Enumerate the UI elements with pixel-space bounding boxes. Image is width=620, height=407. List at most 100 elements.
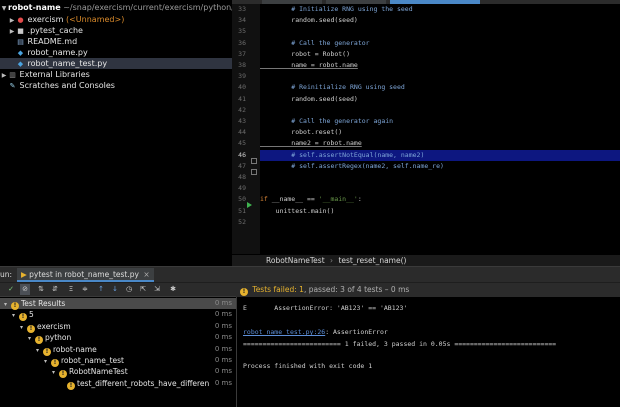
tree-item-readme[interactable]: ▤ README.md [0,36,232,47]
run-gutter-icon[interactable] [247,202,252,208]
code-text: # self.assertNotEqual(name, name2) [260,150,425,159]
test-tree-node[interactable]: ▾! robot_name_test 0 ms [0,355,236,367]
line-number: 45 [238,139,246,148]
fold-marker-icon[interactable] [251,158,257,164]
code-line[interactable]: random.seed(seed) [260,94,620,105]
sort-alpha-icon[interactable]: ⇅ [36,284,46,295]
test-node-duration: 0 ms [214,378,232,387]
chevron-down-icon[interactable]: ▾ [44,356,51,367]
root-name: robot-name [8,3,61,12]
test-node-label: python [45,333,72,343]
code-line[interactable] [260,183,620,194]
tree-item-external-libraries[interactable]: ▶ ▥ External Libraries [0,69,232,80]
tree-item-root[interactable]: ▼ robot-name ~/snap/exercism/current/exer… [0,2,232,13]
test-tree-node[interactable]: ▾! python 0 ms [0,332,236,345]
tree-item-robot-name-py[interactable]: ◆ robot_name.py [0,47,232,58]
console-line: E AssertionError: 'AB123' == 'AB123' [243,304,408,312]
code-line[interactable]: robot.reset() [260,127,620,138]
arrow-up-icon[interactable]: ↑ [96,284,106,295]
code-editor[interactable]: RobotNameTest › test_reset_name() 33 # I… [232,0,620,266]
code-line[interactable]: # Reinitialize RNG using seed [260,82,620,93]
tree-item-exercism[interactable]: ▶ ● exercism (<Unnamed>) [0,14,232,25]
line-number: 50 [238,195,246,204]
close-icon[interactable]: × [143,270,149,279]
code-keyword: if [260,195,268,204]
test-tree-node[interactable]: ▾! robot-name 0 ms [0,344,236,356]
chevron-down-icon[interactable]: ▾ [4,299,11,310]
tree-item-scratches[interactable]: ✎ Scratches and Consoles [0,80,232,91]
line-number: 49 [238,184,246,193]
code-line[interactable] [260,26,620,37]
line-number: 36 [238,38,246,47]
line-number: 51 [238,206,246,215]
code-line[interactable]: # self.assertNotEqual(name, name2) [260,149,620,161]
tests-failed-label: Tests failed: [252,285,297,294]
tree-item-label: .pytest_cache [27,26,83,35]
code-line[interactable] [260,105,620,116]
code-line[interactable]: # Call the generator [260,38,620,49]
code-line[interactable] [260,71,620,82]
test-tree-node[interactable]: ▾! RobotNameTest 0 ms [0,366,236,379]
chevron-down-icon[interactable]: ▾ [28,333,35,344]
chevron-down-icon[interactable]: ▾ [52,367,59,378]
tree-item-label: exercism [27,15,64,24]
clock-icon[interactable]: ◷ [124,284,134,295]
run-console[interactable]: E AssertionError: 'AB123' == 'AB123' rob… [236,297,620,407]
fold-marker-icon[interactable] [251,169,257,175]
code-line[interactable]: name = robot.name [260,60,620,71]
test-tree-node[interactable]: ! test_different_robots_have_differen 0 ms [0,378,236,390]
line-number: 40 [238,83,246,92]
chevron-down-icon[interactable]: ▾ [20,322,27,333]
code-line[interactable]: unittest.main() [260,206,620,217]
run-tab[interactable]: ▶ pytest in robot_name_test.py × [17,268,154,282]
line-number: 46 [238,150,246,159]
code-text: # Call the generator [260,38,370,47]
code-text: # self.assertRegex(name2, self.name_re) [260,161,444,170]
line-number: 41 [238,94,246,103]
chevron-down-icon[interactable]: ▼ [0,3,8,14]
tree-item-robot-name-test-py[interactable]: ◆ robot_name_test.py [0,58,232,69]
test-node-label: 5 [29,310,34,320]
code-line[interactable]: if __name__ == '__main__': [260,194,620,205]
stop-icon[interactable]: ⊘ [20,284,30,295]
code-line[interactable]: robot = Robot() [260,49,620,60]
tree-item-label: README.md [27,37,78,46]
test-results-tree[interactable]: ▾! Test Results 0 ms ▾! 5 0 ms ▾! exercism 0 ms ▾… [0,297,236,407]
export-icon[interactable]: ⇱ [138,284,148,295]
expand-all-icon[interactable]: Ξ [66,284,76,295]
test-tree-node[interactable]: ▾! 5 0 ms [0,309,236,322]
code-line[interactable] [260,172,620,183]
test-tree-node[interactable]: ▾! Test Results 0 ms [0,298,236,310]
console-link-suffix: : AssertionError [325,328,388,336]
chevron-down-icon[interactable]: ▾ [12,310,19,321]
code-line[interactable]: name2 = robot.name [260,138,620,149]
breadcrumb-separator: › [330,256,334,265]
collapse-all-icon[interactable]: ≑ [80,284,90,295]
tree-item-label: Scratches and Consoles [19,81,115,90]
breadcrumb-class[interactable]: RobotNameTest [266,256,325,265]
arrow-down-icon[interactable]: ↓ [110,284,120,295]
code-line[interactable] [260,217,620,228]
sort-duration-icon[interactable]: ⇵ [50,284,60,295]
code-line[interactable]: # self.assertRegex(name2, self.name_re) [260,161,620,172]
tree-item-pytest-cache[interactable]: ▶ ■ .pytest_cache [0,25,232,36]
code-line[interactable]: # Initialize RNG using the seed [260,4,620,15]
test-status-bar: ! Tests failed: 1, passed: 3 of 4 tests … [236,283,620,297]
line-number: 38 [238,61,246,69]
code-line[interactable]: # Call the generator again [260,116,620,127]
settings-icon[interactable]: ✱ [168,284,178,295]
tree-item-label: robot_name_test.py [27,59,108,68]
check-icon[interactable]: ✓ [6,284,16,295]
import-icon[interactable]: ⇲ [152,284,162,295]
chevron-down-icon[interactable]: ▾ [36,345,43,356]
test-tree-node[interactable]: ▾! exercism 0 ms [0,321,236,333]
test-node-duration: 0 ms [214,367,232,376]
code-text: random.seed(seed) [260,16,358,25]
module-tag: (<Unnamed>) [65,15,125,24]
test-node-duration: 0 ms [214,344,232,353]
console-source-link[interactable]: robot_name_test.py:26 [243,328,325,336]
code-line[interactable]: random.seed(seed) [260,15,620,26]
line-number: 34 [238,16,246,25]
line-number: 47 [238,161,246,170]
breadcrumb-method[interactable]: test_reset_name() [338,256,406,265]
